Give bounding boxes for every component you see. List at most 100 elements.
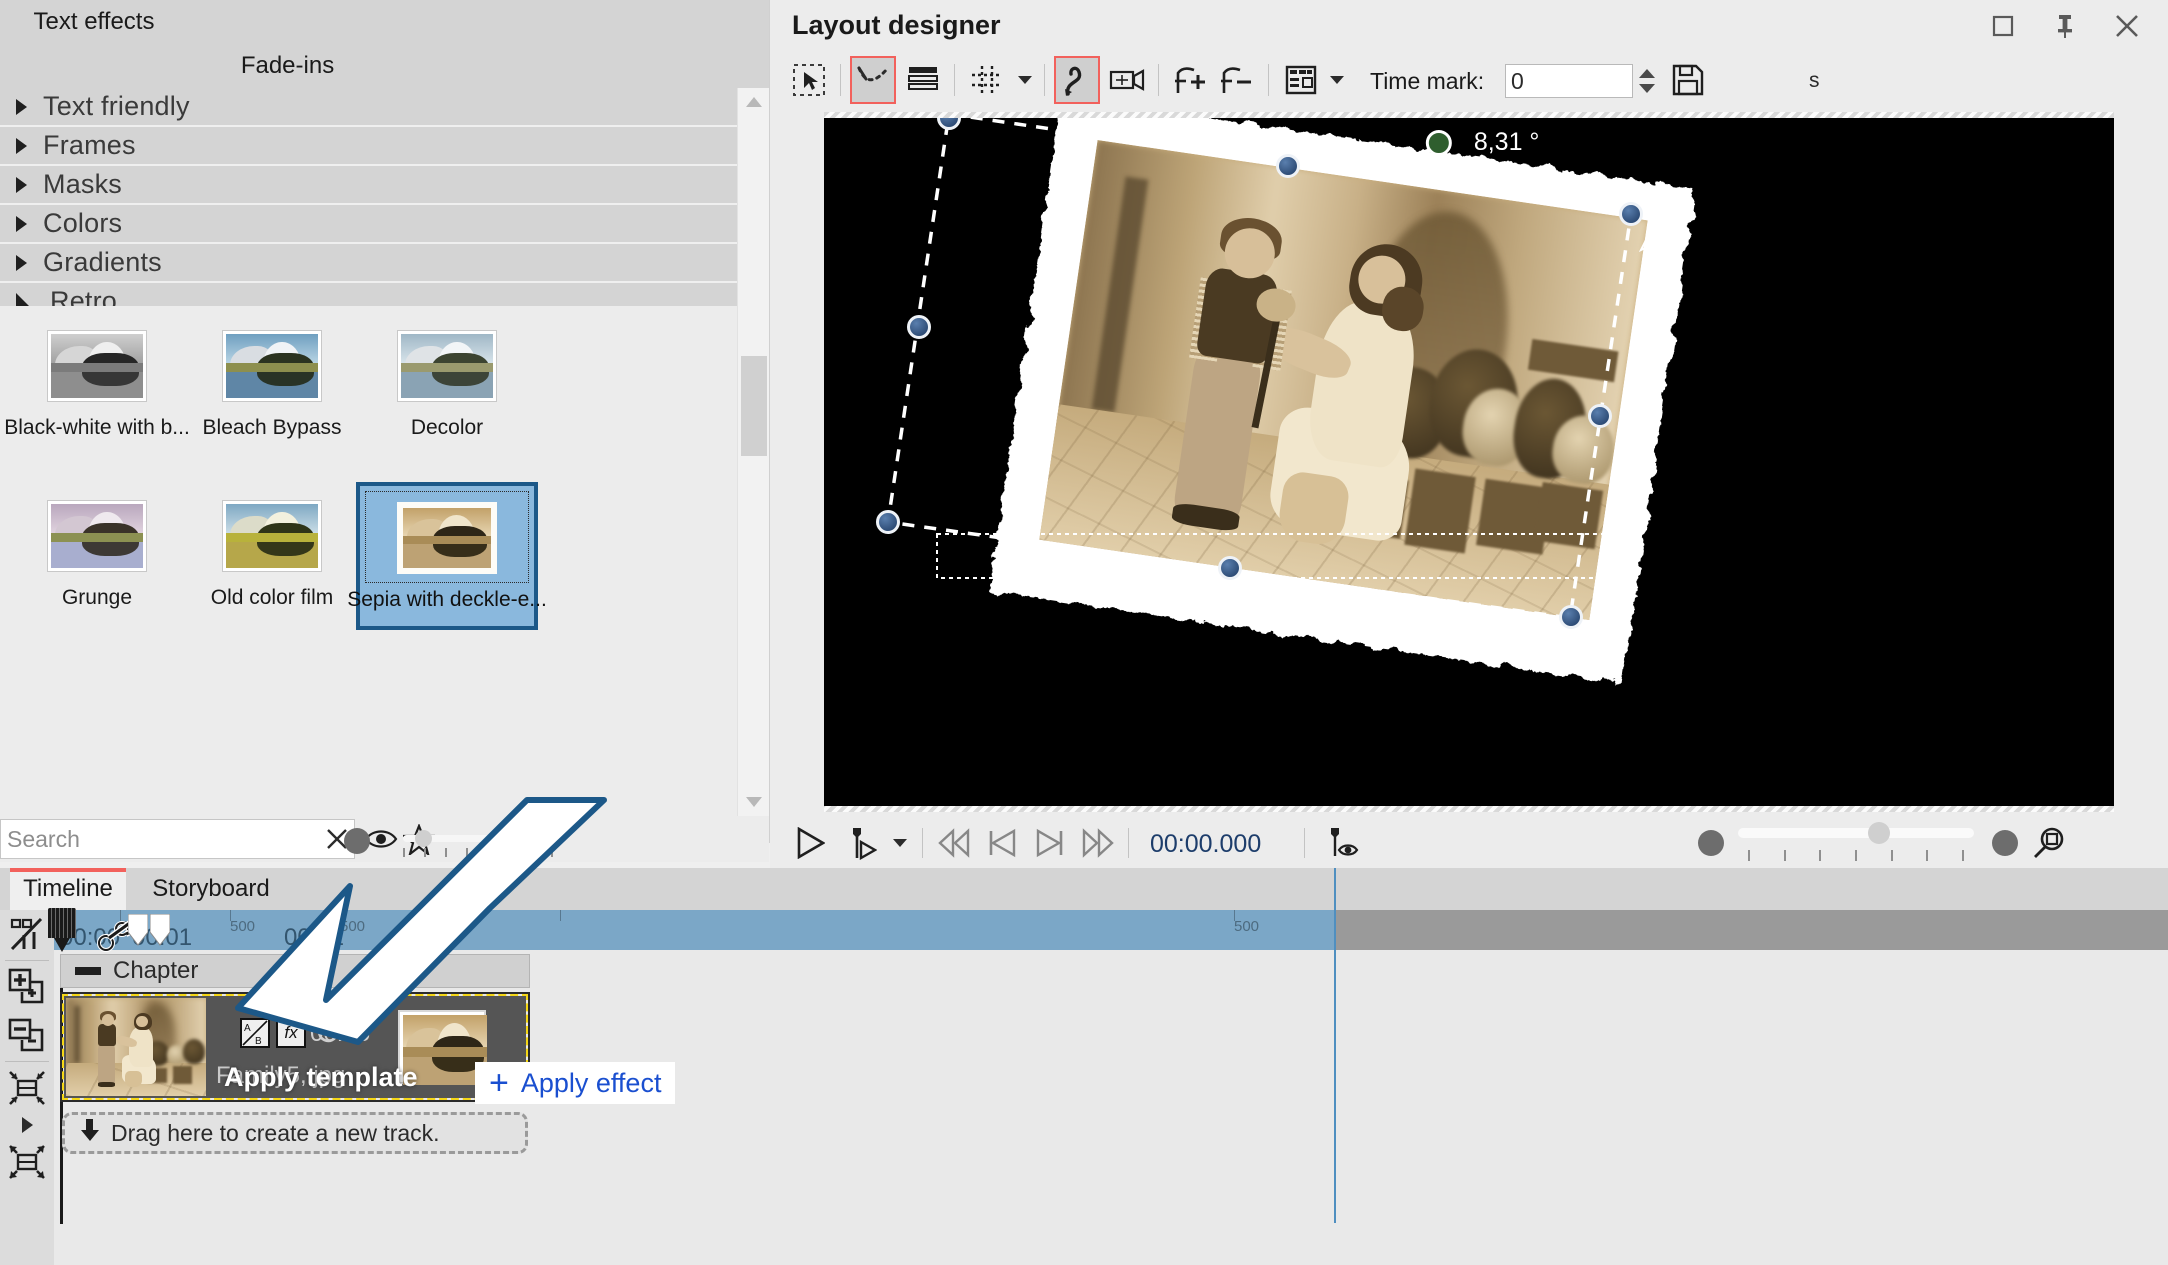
close-icon[interactable] [2096,4,2158,48]
tab-storyboard[interactable]: Storyboard [136,868,286,910]
rotation-handle-dot[interactable] [1425,129,1452,156]
effect-item-decolor[interactable]: Decolor [360,316,534,456]
tab-text-effects[interactable]: Text effects [24,0,164,44]
camera-pan-tool-button[interactable] [1104,56,1150,104]
timeline-tab-bar: Timeline Storyboard [0,868,2168,910]
resize-handle-middle-left[interactable] [907,315,931,339]
effect-item-grunge[interactable]: Grunge [10,486,184,626]
effect-thumbnail [47,500,147,572]
category-label: Colors [43,208,123,238]
play-from-marker-button[interactable] [838,818,886,868]
add-object-icon[interactable] [0,963,54,1011]
resize-handle-bottom-center[interactable] [1218,556,1242,580]
tracks-dropdown-chevron-right-icon[interactable] [0,1112,54,1138]
save-icon[interactable] [1665,56,1711,104]
search-input[interactable] [1,821,354,857]
search-field[interactable] [0,819,355,859]
effect-item-bleach-bypass[interactable]: Bleach Bypass [185,316,359,456]
add-keyframe-tool-button[interactable] [1168,56,1214,104]
transition-badge[interactable]: A B [240,1018,270,1048]
new-track-dropzone[interactable]: Drag here to create a new track. [62,1112,528,1154]
collapse-tracks-icon[interactable] [0,1064,54,1112]
effects-search-bar [0,816,769,862]
rewind-button[interactable] [930,818,978,868]
preview-zoom-knob[interactable] [1868,822,1890,844]
resize-handle-middle-right[interactable] [1588,404,1612,428]
chapter-marker-icon [75,967,101,975]
photo-object[interactable] [989,118,1695,684]
effect-preview-oldfilm [226,504,318,568]
marker-preview-eye-icon[interactable] [1318,818,1366,868]
scroll-up-icon[interactable] [738,88,770,116]
scrollbar-thumb[interactable] [741,356,767,456]
properties-tool-button[interactable] [1278,56,1324,104]
category-frames[interactable]: Frames [0,127,737,166]
timeline-tool-strip [0,910,54,1265]
preview-zoom-out-button[interactable] [1698,830,1724,856]
apply-template-callout-label: Apply template [224,1062,418,1092]
fx-badge[interactable]: fx [276,1018,306,1048]
slider-knob[interactable] [415,830,432,847]
grid-dropdown-chevron-down-icon[interactable] [1012,56,1038,104]
trim-marker-left-icon[interactable] [127,913,149,951]
split-mute-icon[interactable] [0,910,54,958]
effect-item-old-color-film[interactable]: Old color film [185,486,359,626]
effects-zoom-in-button[interactable] [494,828,520,854]
effect-thumbnail [47,330,147,402]
grid-tool-button[interactable] [964,56,1010,104]
resize-handle-top-left[interactable] [937,118,961,130]
previous-frame-button[interactable] [978,818,1026,868]
category-label: Masks [43,169,123,199]
ruler-minor-label: 500 [230,918,256,935]
expand-tracks-icon[interactable] [0,1138,54,1186]
remove-object-icon[interactable] [0,1011,54,1059]
preview-stage[interactable]: 8,31 ° [824,118,2114,806]
find-magnifier-icon[interactable] [522,820,560,858]
layout-designer-panel: Layout designer Time mark: 0 s 8,31 ° 00… [769,0,2168,868]
effect-item-sepia-with-deckle-e[interactable]: Sepia with deckle-e... [347,482,547,630]
selection-tool-button[interactable] [786,56,832,104]
effect-item-black-white-with-b[interactable]: Black-white with b... [4,316,190,456]
tab-fade-ins[interactable]: Fade-ins [235,44,340,88]
effect-label: Old color film [210,586,334,609]
properties-dropdown-chevron-down-icon[interactable] [1324,56,1350,104]
resize-handle-top-right[interactable] [1619,202,1643,226]
effects-scrollbar[interactable] [737,88,769,816]
new-track-hint: Drag here to create a new track. [111,1119,440,1146]
trim-marker-right-icon[interactable] [149,913,171,951]
timeline-ruler[interactable]: 500 500 500 500 00:00 00:01 00:02 [54,910,2168,951]
preview-zoom-in-button[interactable] [1992,830,2018,856]
category-masks[interactable]: Masks [0,166,737,205]
motion-path-tool-button[interactable] [850,56,896,104]
fast-forward-button[interactable] [1074,818,1122,868]
preview-zoom-slider[interactable] [1738,828,1974,838]
effect-preview-bw [51,334,143,398]
resize-handle-bottom-left[interactable] [876,510,900,534]
svg-text:A: A [244,1023,251,1034]
tab-timeline[interactable]: Timeline [10,868,126,910]
play-dropdown-chevron-down-icon[interactable] [886,818,914,868]
pin-icon[interactable] [2034,4,2096,48]
category-gradients[interactable]: Gradients [0,244,737,283]
next-frame-button[interactable] [1026,818,1074,868]
resize-handle-top-center[interactable] [1276,154,1300,178]
effects-zoom-out-button[interactable] [344,828,370,854]
time-mark-input[interactable] [1506,66,1809,96]
remove-keyframe-tool-button[interactable] [1214,56,1260,104]
layers-tool-button[interactable] [900,56,946,104]
play-button[interactable] [786,818,834,868]
resize-handle-bottom-right[interactable] [1559,605,1583,629]
effect-preview-grunge [51,504,143,568]
curve-tool-button[interactable] [1054,56,1100,104]
effect-label: Grunge [61,586,133,609]
scroll-down-icon[interactable] [738,788,770,816]
category-colors[interactable]: Colors [0,205,737,244]
zoom-fit-icon[interactable] [2026,818,2072,868]
clip-thumbnail [66,998,206,1096]
time-mark-spinner[interactable] [1637,66,1657,96]
playhead-handle[interactable] [48,908,76,954]
category-text-friendly[interactable]: Text friendly [0,88,737,127]
maximize-icon[interactable] [1972,4,2034,48]
time-mark-field[interactable]: s [1505,64,1820,98]
chapter-row[interactable]: Chapter [60,954,530,988]
